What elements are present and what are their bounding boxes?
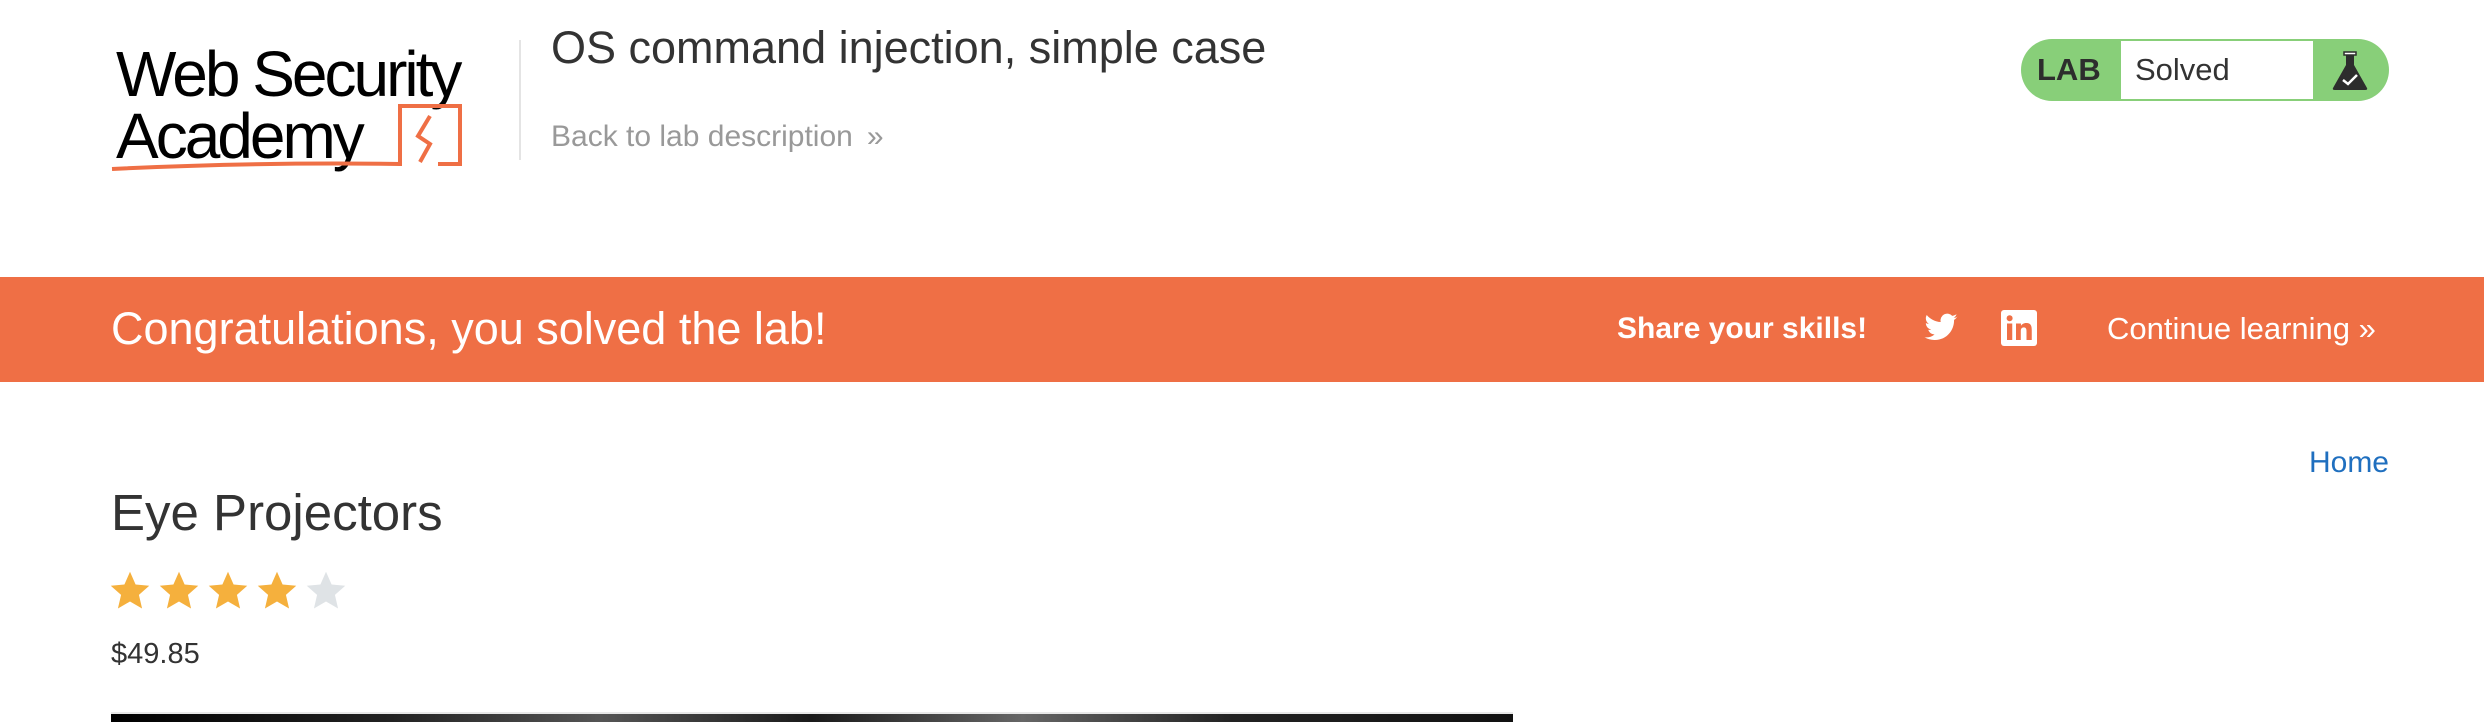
product-title: Eye Projectors	[111, 484, 443, 541]
product-rating	[108, 570, 348, 612]
product-image	[111, 712, 1513, 722]
home-link[interactable]: Home	[2309, 446, 2389, 480]
star-filled-icon	[257, 571, 297, 609]
product-price: $49.85	[111, 638, 200, 670]
web-security-academy-logo[interactable]: Web Security Academy	[108, 36, 508, 176]
header-divider	[519, 40, 521, 160]
chevron-right-icon: »	[2358, 311, 2376, 346]
back-link-label: Back to lab description	[551, 120, 853, 153]
svg-text:Academy: Academy	[116, 100, 365, 172]
star-filled-icon	[208, 571, 248, 609]
lab-status-badge: LAB Solved	[2021, 39, 2389, 101]
linkedin-icon[interactable]	[2001, 310, 2037, 346]
solved-banner: Congratulations, you solved the lab! Sha…	[0, 277, 2484, 382]
twitter-icon[interactable]	[1922, 310, 1960, 346]
lab-status: Solved	[2121, 41, 2313, 99]
star-empty-icon	[306, 571, 346, 609]
lab-title: OS command injection, simple case	[551, 22, 1267, 73]
star-filled-icon	[159, 571, 199, 609]
back-to-lab-description-link[interactable]: Back to lab description »	[551, 120, 884, 154]
continue-learning-link[interactable]: Continue learning »	[2107, 311, 2376, 347]
lab-label: LAB	[2037, 52, 2101, 87]
congratulations-message: Congratulations, you solved the lab!	[111, 303, 827, 354]
chevron-right-icon: »	[866, 120, 884, 153]
continue-learning-label: Continue learning	[2107, 311, 2351, 346]
star-filled-icon	[110, 571, 150, 609]
share-skills-label: Share your skills!	[1617, 312, 1868, 345]
flask-check-icon	[2332, 51, 2368, 90]
